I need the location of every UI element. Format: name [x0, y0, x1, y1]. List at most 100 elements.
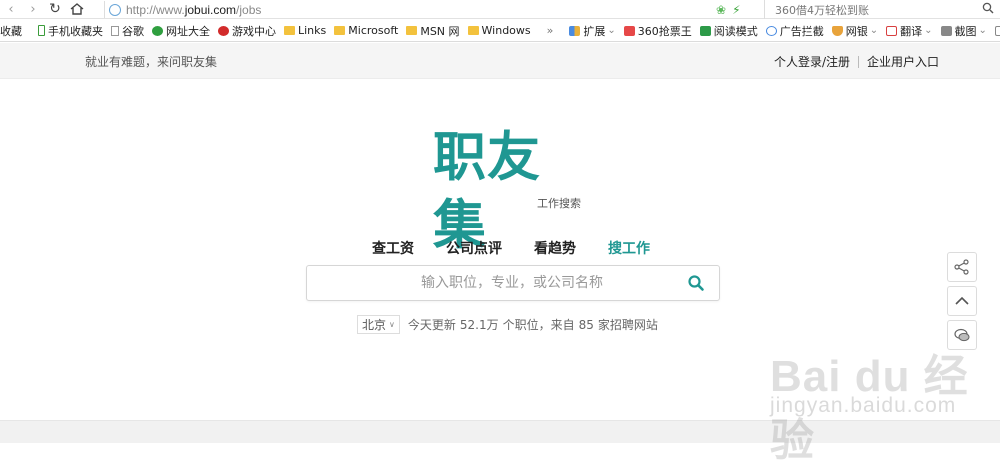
tab-search-jobs[interactable]: 搜工作 — [608, 238, 650, 258]
job-search-input[interactable] — [307, 266, 677, 300]
login-link[interactable]: 个人登录/注册 — [774, 53, 850, 70]
chevron-down-icon: ⌄ — [607, 25, 616, 36]
globe-icon — [109, 3, 121, 16]
folder-icon — [284, 26, 295, 35]
ext-label: 翻译 — [900, 24, 923, 38]
site-logo[interactable]: 职友集 — [433, 124, 593, 256]
bookmark-label: MSN 网 — [420, 24, 460, 38]
bookmark-sites[interactable]: 网址大全 — [149, 20, 215, 41]
lightning-icon[interactable]: ⚡ — [732, 3, 740, 17]
footer-strip — [0, 420, 1000, 443]
bookmark-label: 网址大全 — [166, 24, 210, 38]
ext-reader[interactable]: 阅读模式 — [697, 20, 763, 41]
feedback-button[interactable] — [947, 320, 977, 350]
bookmarks-bar: 收藏 手机收藏夹 谷歌 网址大全 游戏中心 Links Microsoft MS… — [0, 20, 1000, 42]
chevron-down-icon: ⌄ — [978, 25, 987, 36]
url-prefix: http://www. — [126, 2, 185, 17]
folder-icon — [334, 26, 346, 35]
bookmark-label: Links — [298, 24, 327, 37]
tab-trends[interactable]: 看趋势 — [534, 238, 576, 258]
stats-suffix: 家招聘网站 — [597, 318, 658, 332]
share-icon — [954, 259, 969, 275]
chat-icon — [954, 328, 970, 342]
watermark-brand: Bai du 经验 — [770, 352, 969, 465]
city-label: 北京 — [362, 318, 387, 332]
bookmark-games[interactable]: 游戏中心 — [215, 20, 281, 41]
ext-label: 360抢票王 — [637, 24, 692, 38]
folder-icon — [406, 26, 418, 35]
bookmark-label: 手机收藏夹 — [48, 24, 103, 38]
chevron-up-icon — [955, 296, 969, 305]
bookmark-favorites[interactable]: 收藏 — [0, 20, 27, 41]
stats-mid: 个职位，来自 — [502, 318, 575, 332]
bookmark-label: Microsoft — [348, 24, 399, 37]
ext-label: 扩展 — [583, 24, 606, 38]
screenshot-icon — [940, 25, 952, 36]
divider — [857, 55, 859, 68]
address-extensions: ❀ ⚡ — [716, 1, 741, 18]
site-topbar: 就业有难题，来问职友集 个人登录/注册 企业用户入口 — [0, 43, 1000, 79]
read-icon — [699, 25, 711, 36]
tab-salary[interactable]: 查工资 — [372, 238, 414, 258]
ext-games[interactable]: 游戏 — [992, 20, 1000, 41]
address-bar: ‹ › ↻ http://www. jobui.com/jobs ❀ ⚡ 360借… — [0, 0, 1000, 19]
enterprise-link[interactable]: 企业用户入口 — [867, 53, 939, 70]
ticket-icon — [623, 25, 635, 36]
phone-icon — [38, 25, 45, 36]
url-path: /jobs — [236, 2, 262, 17]
folder-icon — [467, 26, 479, 35]
home-icon[interactable] — [66, 0, 88, 19]
bookmark-label: Windows — [481, 24, 531, 37]
green-globe-icon — [152, 25, 163, 36]
watermark: Bai du 经验 jingyan.baidu.com — [770, 340, 1000, 465]
back-to-top-button[interactable] — [947, 286, 977, 316]
bookmark-label: 游戏中心 — [232, 24, 276, 38]
paper-icon — [994, 25, 1000, 36]
ext-adblock[interactable]: 广告拦截 — [763, 20, 829, 41]
job-search-box — [306, 265, 720, 301]
game-icon — [218, 25, 229, 36]
search-icon[interactable] — [687, 274, 705, 292]
url-field[interactable]: http://www. jobui.com/jobs — [104, 1, 754, 18]
bookmark-microsoft[interactable]: Microsoft — [331, 20, 403, 41]
reload-icon[interactable]: ↻ — [44, 0, 66, 19]
ext-bank[interactable]: 网银 ⌄ — [829, 20, 883, 41]
block-icon — [765, 25, 777, 36]
side-toolbar — [947, 252, 977, 350]
forward-icon[interactable]: › — [22, 0, 44, 19]
bookmark-mobile[interactable]: 手机收藏夹 — [35, 20, 108, 41]
bookmark-google[interactable]: 谷歌 — [108, 20, 149, 41]
site-slogan: 就业有难题，来问职友集 — [85, 55, 218, 69]
more-label: » — [546, 24, 554, 37]
ext-label: 广告拦截 — [779, 24, 824, 38]
search-tabs: 查工资 公司点评 看趋势 搜工作 — [372, 238, 650, 258]
chevron-down-icon: ∨ — [389, 320, 395, 329]
back-icon[interactable]: ‹ — [0, 0, 22, 19]
leaf-icon[interactable]: ❀ — [716, 3, 726, 17]
bookmark-windows[interactable]: Windows — [465, 20, 536, 41]
ext-screenshot[interactable]: 截图 ⌄ — [938, 20, 992, 41]
account-links: 个人登录/注册 企业用户入口 — [774, 53, 939, 70]
watermark-domain: jingyan.baidu.com — [770, 394, 957, 417]
update-stats: 北京 ∨ 今天更新 52.1万 个职位，来自 85 家招聘网站 — [357, 315, 658, 334]
ext-translate[interactable]: 翻译 ⌄ — [883, 20, 937, 41]
chevron-down-icon: ⌄ — [869, 25, 879, 36]
tab-company-review[interactable]: 公司点评 — [446, 238, 502, 258]
page-icon — [111, 25, 119, 36]
translate-icon — [886, 25, 898, 36]
bookmarks-more-button[interactable]: » — [544, 20, 559, 41]
ext-label: 阅读模式 — [713, 24, 758, 38]
ext-tickets[interactable]: 360抢票王 — [621, 20, 697, 41]
chevron-down-icon: ⌄ — [924, 25, 933, 36]
city-selector[interactable]: 北京 ∨ — [357, 315, 400, 334]
browser-search-text: 360借4万轻松到账 — [775, 3, 869, 17]
home-icon-svg — [70, 3, 84, 15]
bookmark-links[interactable]: Links — [281, 20, 331, 41]
bookmark-msn[interactable]: MSN 网 — [403, 20, 464, 41]
stats-prefix: 今天更新 — [407, 318, 456, 332]
search-icon[interactable] — [982, 2, 994, 14]
share-button[interactable] — [947, 252, 977, 282]
browser-search-field[interactable]: 360借4万轻松到账 — [764, 0, 1000, 19]
site-count: 85 — [578, 317, 594, 332]
ext-extensions[interactable]: 扩展 ⌄ — [566, 20, 620, 41]
